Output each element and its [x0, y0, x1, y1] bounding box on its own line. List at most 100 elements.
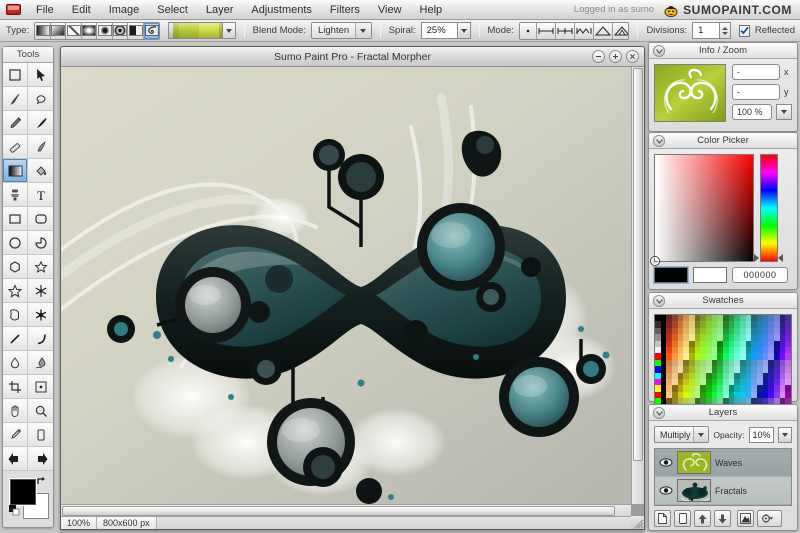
mode-triangle-double-icon[interactable] — [613, 23, 630, 39]
move-layer-up-icon[interactable] — [694, 510, 711, 527]
layer-blend-mode-select[interactable]: Multiply — [654, 426, 709, 443]
menu-select[interactable]: Select — [148, 0, 197, 20]
info-x-field[interactable]: - — [732, 64, 780, 80]
opacity-dropdown-button[interactable] — [778, 427, 792, 443]
divisions-stepper[interactable] — [720, 22, 731, 39]
gradient-reflected-icon[interactable] — [82, 23, 98, 39]
gradient-preview[interactable] — [168, 22, 223, 39]
spiral-input[interactable]: 25% — [421, 22, 458, 39]
clone-stamp-tool[interactable] — [3, 183, 28, 207]
picker-background-swatch[interactable] — [693, 267, 727, 283]
menu-filters[interactable]: Filters — [321, 0, 369, 20]
rounded-rect-tool[interactable] — [28, 207, 53, 231]
menu-image[interactable]: Image — [100, 0, 149, 20]
drop-tool[interactable] — [3, 351, 28, 375]
layer-mask-icon[interactable] — [737, 510, 754, 527]
picker-foreground-swatch[interactable] — [654, 267, 688, 283]
move-layer-down-icon[interactable] — [714, 510, 731, 527]
gradient-linear-diagonal-icon[interactable] — [51, 23, 67, 39]
foreground-color-swatch[interactable] — [10, 479, 36, 505]
maximize-icon[interactable] — [609, 50, 622, 63]
sumopaint-brand[interactable]: SUMOPAINT.COM — [664, 3, 792, 17]
magic-wand-tool[interactable] — [28, 87, 53, 111]
mode-triangle-icon[interactable] — [594, 23, 613, 39]
hand-tool[interactable] — [3, 399, 28, 423]
eraser-tool[interactable] — [3, 135, 28, 159]
rectangle-tool[interactable] — [3, 207, 28, 231]
menu-adjustments[interactable]: Adjustments — [242, 0, 321, 20]
smudge-tool[interactable] — [28, 135, 53, 159]
star-outline-tool[interactable] — [28, 255, 53, 279]
reset-colors-icon[interactable] — [9, 505, 20, 516]
canvas-viewport[interactable] — [61, 67, 631, 504]
menu-help[interactable]: Help — [411, 0, 452, 20]
eye-icon[interactable] — [659, 457, 673, 468]
delete-layer-icon[interactable] — [674, 510, 691, 527]
blob-tool[interactable] — [3, 303, 28, 327]
chevron-down-circle-icon[interactable] — [653, 295, 665, 307]
move-tool[interactable] — [28, 63, 53, 87]
minimize-icon[interactable] — [592, 50, 605, 63]
new-layer-icon[interactable] — [654, 510, 671, 527]
info-y-field[interactable]: - — [732, 84, 780, 100]
chevron-down-circle-icon[interactable] — [653, 407, 665, 419]
pie-tool[interactable] — [28, 231, 53, 255]
fractal-preview-thumbnail[interactable] — [654, 64, 726, 122]
menu-layer[interactable]: Layer — [197, 0, 243, 20]
blend-mode-select[interactable]: Lighten — [311, 22, 372, 39]
reflected-checkbox[interactable] — [739, 25, 750, 37]
swap-colors-icon[interactable] — [37, 476, 47, 486]
menu-edit[interactable]: Edit — [63, 0, 100, 20]
paint-bucket-tool[interactable] — [28, 159, 53, 183]
zoom-tool[interactable] — [28, 399, 53, 423]
hue-slider[interactable] — [760, 154, 778, 262]
divisions-input[interactable]: 1 — [692, 22, 720, 39]
polygon-tool[interactable] — [3, 255, 28, 279]
line-tool[interactable] — [3, 327, 28, 351]
spiral-dropdown-button[interactable] — [458, 22, 471, 39]
transform-tool[interactable] — [28, 375, 53, 399]
opacity-input[interactable]: 10% — [749, 427, 775, 443]
layer-row-waves[interactable]: Waves — [655, 449, 791, 477]
mode-dashed-icon[interactable] — [556, 23, 575, 39]
gradient-spiral-icon[interactable] — [144, 23, 159, 39]
delete-tool[interactable] — [28, 423, 53, 447]
star-tool[interactable] — [3, 279, 28, 303]
zoom-level-status[interactable]: 100% — [61, 517, 97, 530]
crop-tool[interactable] — [3, 375, 28, 399]
curve-tool[interactable] — [28, 327, 53, 351]
mode-zigzag-icon[interactable] — [575, 23, 594, 39]
menu-view[interactable]: View — [369, 0, 411, 20]
mode-line-icon[interactable] — [537, 23, 556, 39]
canvas-vertical-scrollbar[interactable] — [631, 67, 644, 504]
gradient-angle-icon[interactable] — [128, 23, 144, 39]
marquee-rect-tool[interactable] — [3, 63, 28, 87]
text-tool[interactable]: T — [28, 183, 53, 207]
sv-cursor[interactable] — [651, 257, 659, 265]
swatches-grid[interactable] — [654, 314, 792, 418]
gradient-tool[interactable] — [3, 159, 28, 183]
layer-options-icon[interactable] — [757, 510, 782, 527]
snowflake-tool[interactable] — [28, 279, 53, 303]
next-arrow-tool[interactable] — [28, 447, 53, 471]
gradient-linear-left-icon[interactable] — [35, 23, 51, 39]
prev-arrow-tool[interactable] — [3, 447, 28, 471]
brush-tool[interactable] — [3, 111, 28, 135]
hex-color-field[interactable]: 000000 — [732, 267, 788, 283]
menu-file[interactable]: File — [27, 0, 63, 20]
document-title-bar[interactable]: Sumo Paint Pro - Fractal Morpher — [61, 47, 644, 67]
chevron-down-circle-icon[interactable] — [653, 45, 665, 57]
gradient-radial-icon[interactable] — [97, 23, 113, 39]
lasso-tool[interactable] — [3, 87, 28, 111]
ellipse-tool[interactable] — [3, 231, 28, 255]
ink-tool[interactable] — [28, 111, 53, 135]
zoom-level-field[interactable]: 100 % — [732, 104, 772, 120]
eye-icon[interactable] — [659, 485, 673, 496]
window-resize-handle[interactable] — [631, 516, 644, 529]
saturation-value-field[interactable] — [654, 154, 754, 262]
close-icon[interactable] — [626, 50, 639, 63]
layer-row-fractals[interactable]: Fractals — [655, 477, 791, 505]
eyedropper-tool[interactable] — [3, 423, 28, 447]
zoom-dropdown-button[interactable] — [776, 104, 792, 120]
gradient-linear-slash-icon[interactable] — [66, 23, 82, 39]
